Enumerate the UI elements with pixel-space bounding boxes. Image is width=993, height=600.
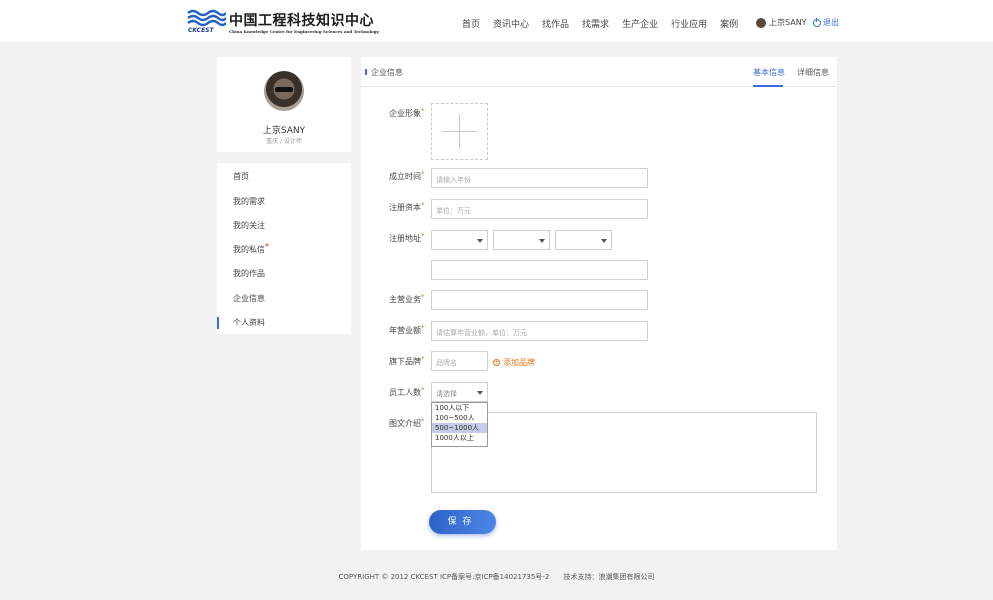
- header-user-name: 上京SANY: [769, 18, 807, 27]
- nav-cases[interactable]: 案例: [720, 17, 738, 30]
- profile-location-role: 重庆 / 设计师: [266, 138, 302, 145]
- tech-support-text: 技术支持：浪潮集团有限公司: [563, 573, 655, 581]
- sidebar-item-company[interactable]: 企业信息: [233, 293, 265, 304]
- footer: COPYRIGHT © 2012 CKCEST ICP备案号:京ICP备1402…: [0, 572, 993, 582]
- intro-textarea[interactable]: [431, 412, 817, 493]
- main-panel: 企业信息 基本信息 详细信息 企业形象* 成立时间* 请输入年份 注册资本* 单…: [361, 57, 837, 550]
- sidebar-item-label: 我的私信: [233, 245, 265, 254]
- staff-option[interactable]: 100人以下: [432, 403, 487, 413]
- staff-dropdown-list: 100人以下 100~500人 500~1000人 1000人以上: [431, 402, 488, 447]
- intro-label: 图文介绍*: [389, 417, 425, 428]
- nav-home[interactable]: 首页: [462, 17, 480, 30]
- staff-select[interactable]: 请选择: [431, 382, 488, 402]
- unread-badge: *: [265, 242, 269, 251]
- main-nav: 首页 资讯中心 找作品 找需求 生产企业 行业应用 案例: [462, 17, 751, 30]
- province-select[interactable]: [431, 230, 488, 250]
- profile-name: 上京SANY: [262, 126, 306, 136]
- nav-news[interactable]: 资讯中心: [493, 17, 529, 30]
- revenue-label: 年营业额*: [389, 324, 425, 335]
- sidebar-item-demands[interactable]: 我的需求: [233, 196, 265, 207]
- address-label: 注册地址*: [389, 232, 425, 243]
- logout-button[interactable]: 退出: [813, 17, 839, 28]
- city-select[interactable]: [493, 230, 550, 250]
- logo-title-cn: 中国工程科技知识中心: [229, 13, 374, 29]
- founded-year-input[interactable]: 请输入年份: [431, 168, 648, 188]
- staff-label: 员工人数*: [389, 386, 425, 397]
- header-user[interactable]: 上京SANY: [756, 17, 807, 28]
- chevron-down-icon: [477, 239, 483, 243]
- avatar[interactable]: [264, 71, 304, 111]
- tab-underline: [753, 85, 783, 87]
- image-label: 企业形象*: [389, 107, 425, 118]
- logo-title-en: China Knowledge Centre for Engineering S…: [229, 29, 379, 34]
- business-label: 主营业务*: [389, 293, 425, 304]
- top-header: CKCEST 中国工程科技知识中心 China Knowledge Centre…: [0, 0, 993, 42]
- breadcrumb: 企业信息: [371, 68, 403, 77]
- tab-detail-info[interactable]: 详细信息: [797, 67, 829, 78]
- sidebar-item-home[interactable]: 首页: [233, 171, 249, 182]
- revenue-input[interactable]: 请估算年营业额，单位：万元: [431, 321, 648, 341]
- add-brand-button[interactable]: + 添加品牌: [493, 357, 535, 368]
- panel-header: 企业信息 基本信息 详细信息: [361, 57, 837, 87]
- nav-works[interactable]: 找作品: [542, 17, 569, 30]
- profile-card: 上京SANY 重庆 / 设计师: [217, 57, 351, 152]
- power-icon: [813, 17, 821, 27]
- sidebar-menu: 首页 我的需求 我的关注 我的私信* 我的作品 企业信息 个人资料: [217, 163, 351, 334]
- staff-option[interactable]: 100~500人: [432, 413, 487, 423]
- image-upload[interactable]: [431, 103, 488, 160]
- capital-label: 注册资本*: [389, 201, 425, 212]
- staff-option-highlighted[interactable]: 500~1000人: [432, 423, 487, 433]
- tab-basic-info[interactable]: 基本信息: [753, 67, 785, 78]
- chevron-down-icon: [601, 239, 607, 243]
- sidebar-item-messages[interactable]: 我的私信*: [233, 242, 269, 255]
- chevron-down-icon: [477, 391, 483, 395]
- save-button[interactable]: 保存: [429, 510, 496, 534]
- site-logo[interactable]: CKCEST 中国工程科技知识中心 China Knowledge Centre…: [186, 9, 379, 37]
- sidebar-item-profile[interactable]: 个人资料: [233, 317, 265, 328]
- sidebar-item-works[interactable]: 我的作品: [233, 268, 265, 279]
- chevron-down-icon: [539, 239, 545, 243]
- logo-waves-icon: [187, 9, 226, 27]
- founded-label: 成立时间*: [389, 170, 425, 181]
- brand-input[interactable]: 品牌名: [431, 351, 488, 371]
- copyright-text: COPYRIGHT © 2012 CKCEST ICP备案号:京ICP备1402…: [338, 573, 550, 581]
- sidebar-item-follows[interactable]: 我的关注: [233, 220, 265, 231]
- capital-input[interactable]: 单位：万元: [431, 199, 648, 219]
- business-input[interactable]: [431, 290, 648, 310]
- nav-industry[interactable]: 行业应用: [671, 17, 707, 30]
- brand-label: 旗下品牌*: [389, 355, 425, 366]
- nav-demands[interactable]: 找需求: [582, 17, 609, 30]
- logo-abbr: CKCEST: [188, 27, 214, 34]
- user-avatar-small: [756, 17, 766, 28]
- staff-option[interactable]: 1000人以上: [432, 433, 487, 443]
- address-detail-input[interactable]: [431, 260, 648, 280]
- active-indicator: [217, 317, 219, 329]
- add-circle-icon: +: [493, 359, 500, 366]
- crumb-marker: [365, 69, 367, 75]
- district-select[interactable]: [555, 230, 612, 250]
- logout-label: 退出: [823, 18, 839, 27]
- nav-manufacturers[interactable]: 生产企业: [622, 17, 658, 30]
